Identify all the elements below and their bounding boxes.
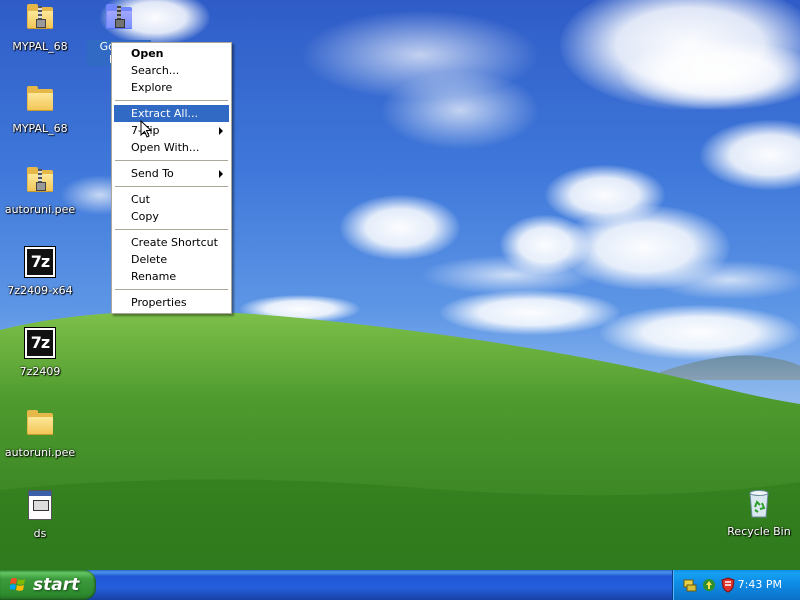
system-tray: 7:43 PM: [672, 570, 800, 600]
zip-folder-icon: [24, 165, 56, 197]
icon-label: MYPAL_68: [12, 122, 68, 135]
zip-folder-icon: [103, 2, 135, 34]
folder-icon: [24, 84, 56, 116]
zip-folder-icon: [24, 2, 56, 34]
menu-item-7zip[interactable]: 7-Zip: [114, 122, 229, 139]
menu-item-properties[interactable]: Properties: [114, 294, 229, 311]
menu-item-extract-all[interactable]: Extract All...: [114, 105, 229, 122]
mouse-cursor-icon: [140, 120, 153, 138]
menu-item-send-to[interactable]: Send To: [114, 165, 229, 182]
menu-item-delete[interactable]: Delete: [114, 251, 229, 268]
icon-label: ds: [33, 527, 47, 540]
icon-label: autoruni.pee: [4, 446, 76, 459]
menu-separator: [115, 160, 228, 161]
submenu-arrow-icon: [219, 170, 223, 178]
desktop-icon-autoruni-zip[interactable]: autoruni.pee: [0, 165, 80, 216]
menu-item-label: Send To: [131, 167, 174, 180]
update-icon[interactable]: [701, 577, 717, 593]
desktop-icon-mypal-zip[interactable]: MYPAL_68: [0, 2, 80, 53]
icon-label: autoruni.pee: [4, 203, 76, 216]
menu-item-rename[interactable]: Rename: [114, 268, 229, 285]
menu-separator: [115, 100, 228, 101]
menu-separator: [115, 289, 228, 290]
security-shield-icon[interactable]: [720, 577, 736, 593]
menu-item-explore[interactable]: Explore: [114, 79, 229, 96]
icon-label: 7z2409: [19, 365, 61, 378]
icon-label: 7z2409-x64: [7, 284, 73, 297]
clock[interactable]: 7:43 PM: [738, 578, 782, 591]
menu-item-create-shortcut[interactable]: Create Shortcut: [114, 234, 229, 251]
folder-icon: [24, 408, 56, 440]
recycle-bin-icon: [743, 487, 775, 519]
submenu-arrow-icon: [219, 127, 223, 135]
menu-separator: [115, 186, 228, 187]
menu-item-open[interactable]: Open: [114, 45, 229, 62]
desktop-icon-7z2409-x64[interactable]: 7z 7z2409-x64: [0, 246, 80, 297]
desktop-icon-autoruni-folder[interactable]: autoruni.pee: [0, 408, 80, 459]
menu-separator: [115, 229, 228, 230]
context-menu: Open Search... Explore Extract All... 7-…: [111, 42, 232, 314]
document-icon: [24, 489, 56, 521]
windows-logo-icon: [10, 578, 25, 591]
start-label: start: [33, 575, 80, 595]
menu-item-open-with[interactable]: Open With...: [114, 139, 229, 156]
desktop-icon-recycle-bin[interactable]: Recycle Bin: [719, 487, 799, 538]
desktop-icon-mypal-folder[interactable]: MYPAL_68: [0, 84, 80, 135]
menu-item-search[interactable]: Search...: [114, 62, 229, 79]
7zip-icon: 7z: [24, 327, 56, 359]
menu-item-copy[interactable]: Copy: [114, 208, 229, 225]
menu-item-cut[interactable]: Cut: [114, 191, 229, 208]
7zip-icon: 7z: [24, 246, 56, 278]
desktop-icon-ds[interactable]: ds: [0, 489, 80, 540]
start-button[interactable]: start: [0, 570, 96, 600]
icon-label: MYPAL_68: [12, 40, 68, 53]
taskbar: start 7:43 PM: [0, 570, 800, 600]
icon-label: Recycle Bin: [727, 525, 791, 538]
network-icon[interactable]: [682, 577, 698, 593]
desktop-icon-7z2409[interactable]: 7z 7z2409: [0, 327, 80, 378]
